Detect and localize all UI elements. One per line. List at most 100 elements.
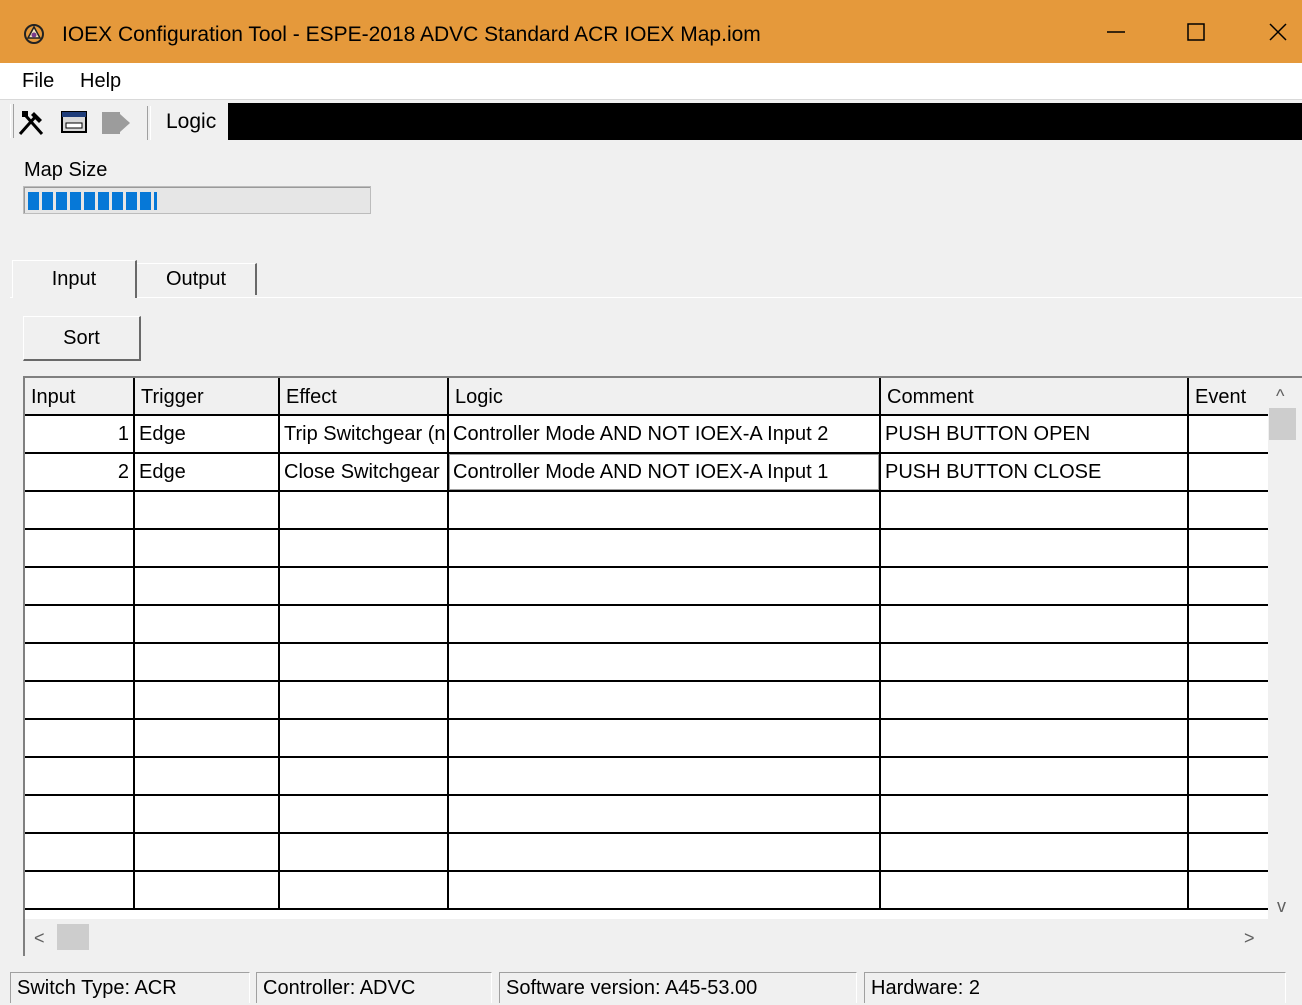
sort-button[interactable]: Sort (23, 316, 141, 361)
table-cell-effect[interactable] (280, 644, 449, 682)
scroll-right-icon[interactable]: > (1244, 928, 1255, 948)
table-cell-trigger[interactable] (135, 682, 280, 720)
menu-file[interactable]: File (18, 66, 58, 96)
table-cell-effect[interactable] (280, 834, 449, 872)
table-cell-comment[interactable] (881, 644, 1189, 682)
maximize-button[interactable] (1156, 0, 1236, 63)
table-cell-effect[interactable] (280, 682, 449, 720)
minimize-button[interactable] (1076, 0, 1156, 63)
table-cell-input[interactable] (25, 796, 135, 834)
table-cell-input[interactable] (25, 682, 135, 720)
menu-help[interactable]: Help (76, 66, 125, 96)
table-cell-trigger[interactable] (135, 492, 280, 530)
map-size-progress-fill (28, 192, 157, 210)
tab-input[interactable]: Input (12, 260, 137, 298)
table-cell-input[interactable] (25, 872, 135, 910)
table-cell-logic[interactable] (449, 530, 881, 568)
table-cell-input[interactable] (25, 644, 135, 682)
horizontal-scroll-thumb[interactable] (57, 924, 89, 950)
table-cell-trigger[interactable] (135, 530, 280, 568)
table-cell-trigger[interactable]: Edge (135, 416, 280, 454)
table-cell-comment[interactable] (881, 796, 1189, 834)
table-cell-effect[interactable]: Trip Switchgear (n (280, 416, 449, 454)
close-button[interactable] (1238, 0, 1302, 63)
progress-segment (70, 192, 81, 210)
vertical-scroll-thumb[interactable] (1269, 408, 1296, 440)
column-header-effect[interactable]: Effect (280, 378, 449, 416)
table-cell-logic[interactable] (449, 720, 881, 758)
menu-bar (0, 63, 1302, 99)
table-cell-input[interactable] (25, 834, 135, 872)
table-cell-input[interactable] (25, 606, 135, 644)
ioex-app-icon (24, 24, 44, 44)
table-cell-effect[interactable] (280, 568, 449, 606)
table-cell-effect[interactable] (280, 872, 449, 910)
table-cell-comment[interactable]: PUSH BUTTON OPEN (881, 416, 1189, 454)
table-cell-input[interactable] (25, 492, 135, 530)
table-cell-trigger[interactable] (135, 606, 280, 644)
table-cell-logic[interactable] (449, 682, 881, 720)
table-cell-effect[interactable] (280, 758, 449, 796)
table-cell-effect[interactable] (280, 530, 449, 568)
table-cell-trigger[interactable]: Edge (135, 454, 280, 492)
table-cell-input[interactable]: 1 (25, 416, 135, 454)
column-header-input[interactable]: Input (25, 378, 135, 416)
table-cell-logic[interactable] (449, 758, 881, 796)
column-header-comment[interactable]: Comment (881, 378, 1189, 416)
table-cell-comment[interactable] (881, 720, 1189, 758)
table-cell-trigger[interactable] (135, 834, 280, 872)
column-header-logic[interactable]: Logic (449, 378, 881, 416)
scroll-left-icon[interactable]: < (34, 928, 45, 948)
table-cell-effect[interactable] (280, 796, 449, 834)
table-cell-logic[interactable] (449, 644, 881, 682)
vertical-scrollbar[interactable] (1268, 378, 1302, 919)
table-cell-input[interactable] (25, 720, 135, 758)
table-cell-effect[interactable]: Close Switchgear (280, 454, 449, 492)
table-cell-trigger[interactable] (135, 644, 280, 682)
status-switch-type: Switch Type: ACR (10, 972, 250, 1003)
toolbar-logic-label: Logic (156, 104, 227, 140)
table-cell-logic[interactable] (449, 872, 881, 910)
table-cell-effect[interactable] (280, 606, 449, 644)
table-cell-trigger[interactable] (135, 872, 280, 910)
table-cell-trigger[interactable] (135, 568, 280, 606)
table-cell-comment[interactable] (881, 834, 1189, 872)
table-cell-logic[interactable] (449, 796, 881, 834)
table-cell-comment[interactable] (881, 758, 1189, 796)
horizontal-scrollbar[interactable] (25, 919, 1302, 956)
map-size-label: Map Size (24, 159, 108, 181)
table-cell-input[interactable]: 2 (25, 454, 135, 492)
table-cell-logic[interactable] (449, 568, 881, 606)
table-cell-logic[interactable] (449, 492, 881, 530)
table-cell-comment[interactable] (881, 682, 1189, 720)
io-map-grid[interactable]: Input Trigger Effect Logic Comment Event 1 Edge… (23, 376, 1302, 956)
table-cell-logic[interactable]: Controller Mode AND NOT IOEX-A Input 1 (449, 454, 881, 492)
toolbar-grip (10, 104, 14, 138)
table-cell-effect[interactable] (280, 720, 449, 758)
table-cell-comment[interactable] (881, 492, 1189, 530)
table-cell-logic[interactable] (449, 606, 881, 644)
card-icon[interactable] (60, 110, 90, 136)
scroll-down-icon[interactable]: v (1277, 896, 1286, 916)
table-cell-comment[interactable] (881, 606, 1189, 644)
table-cell-comment[interactable] (881, 568, 1189, 606)
table-cell-comment[interactable] (881, 530, 1189, 568)
tab-output[interactable]: Output (137, 263, 257, 295)
table-cell-logic[interactable]: Controller Mode AND NOT IOEX-A Input 2 (449, 416, 881, 454)
scroll-up-icon[interactable]: ^ (1276, 386, 1284, 406)
table-cell-input[interactable] (25, 530, 135, 568)
tools-icon[interactable] (16, 108, 48, 138)
table-cell-input[interactable] (25, 758, 135, 796)
table-cell-trigger[interactable] (135, 720, 280, 758)
table-cell-trigger[interactable] (135, 796, 280, 834)
table-cell-comment[interactable] (881, 872, 1189, 910)
table-cell-comment[interactable]: PUSH BUTTON CLOSE (881, 454, 1189, 492)
map-size-progress (23, 186, 371, 214)
export-icon[interactable] (100, 108, 132, 138)
table-cell-logic[interactable] (449, 834, 881, 872)
column-header-trigger[interactable]: Trigger (135, 378, 280, 416)
table-cell-input[interactable] (25, 568, 135, 606)
table-cell-trigger[interactable] (135, 758, 280, 796)
progress-segment (126, 192, 137, 210)
table-cell-effect[interactable] (280, 492, 449, 530)
